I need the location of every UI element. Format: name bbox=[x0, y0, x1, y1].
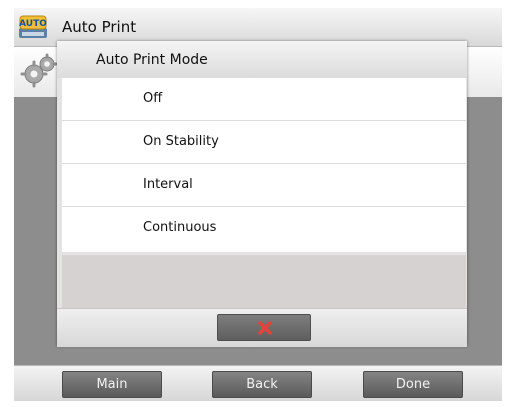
done-button[interactable]: Done bbox=[363, 371, 463, 398]
option-off[interactable]: Off bbox=[62, 78, 466, 121]
cancel-button[interactable] bbox=[217, 314, 311, 341]
auto-print-icon: AUTO bbox=[19, 15, 47, 38]
close-icon bbox=[258, 321, 272, 335]
auto-print-mode-dialog: Auto Print Mode Off On Stability Interva… bbox=[57, 41, 467, 347]
option-label: On Stability bbox=[143, 134, 219, 149]
back-button[interactable]: Back bbox=[212, 371, 312, 398]
scale-screen: AUTO Auto Print Auto Print Mode Off On S… bbox=[14, 8, 502, 401]
bottom-nav-bar: Main Back Done bbox=[14, 365, 502, 401]
dialog-header: Auto Print Mode bbox=[57, 41, 467, 78]
dialog-title: Auto Print Mode bbox=[96, 52, 208, 68]
option-label: Off bbox=[143, 91, 163, 106]
main-button[interactable]: Main bbox=[62, 371, 162, 398]
option-continuous[interactable]: Continuous bbox=[62, 207, 466, 252]
dialog-footer bbox=[57, 308, 467, 347]
option-label: Interval bbox=[143, 177, 193, 192]
gear-icon[interactable] bbox=[20, 53, 58, 89]
page-title: Auto Print bbox=[62, 18, 137, 36]
option-on-stability[interactable]: On Stability bbox=[62, 121, 466, 164]
option-label: Continuous bbox=[143, 220, 217, 235]
option-list: Off On Stability Interval Continuous bbox=[62, 78, 466, 252]
option-interval[interactable]: Interval bbox=[62, 164, 466, 207]
svg-text:AUTO: AUTO bbox=[19, 19, 47, 29]
dialog-empty-area bbox=[62, 255, 466, 308]
